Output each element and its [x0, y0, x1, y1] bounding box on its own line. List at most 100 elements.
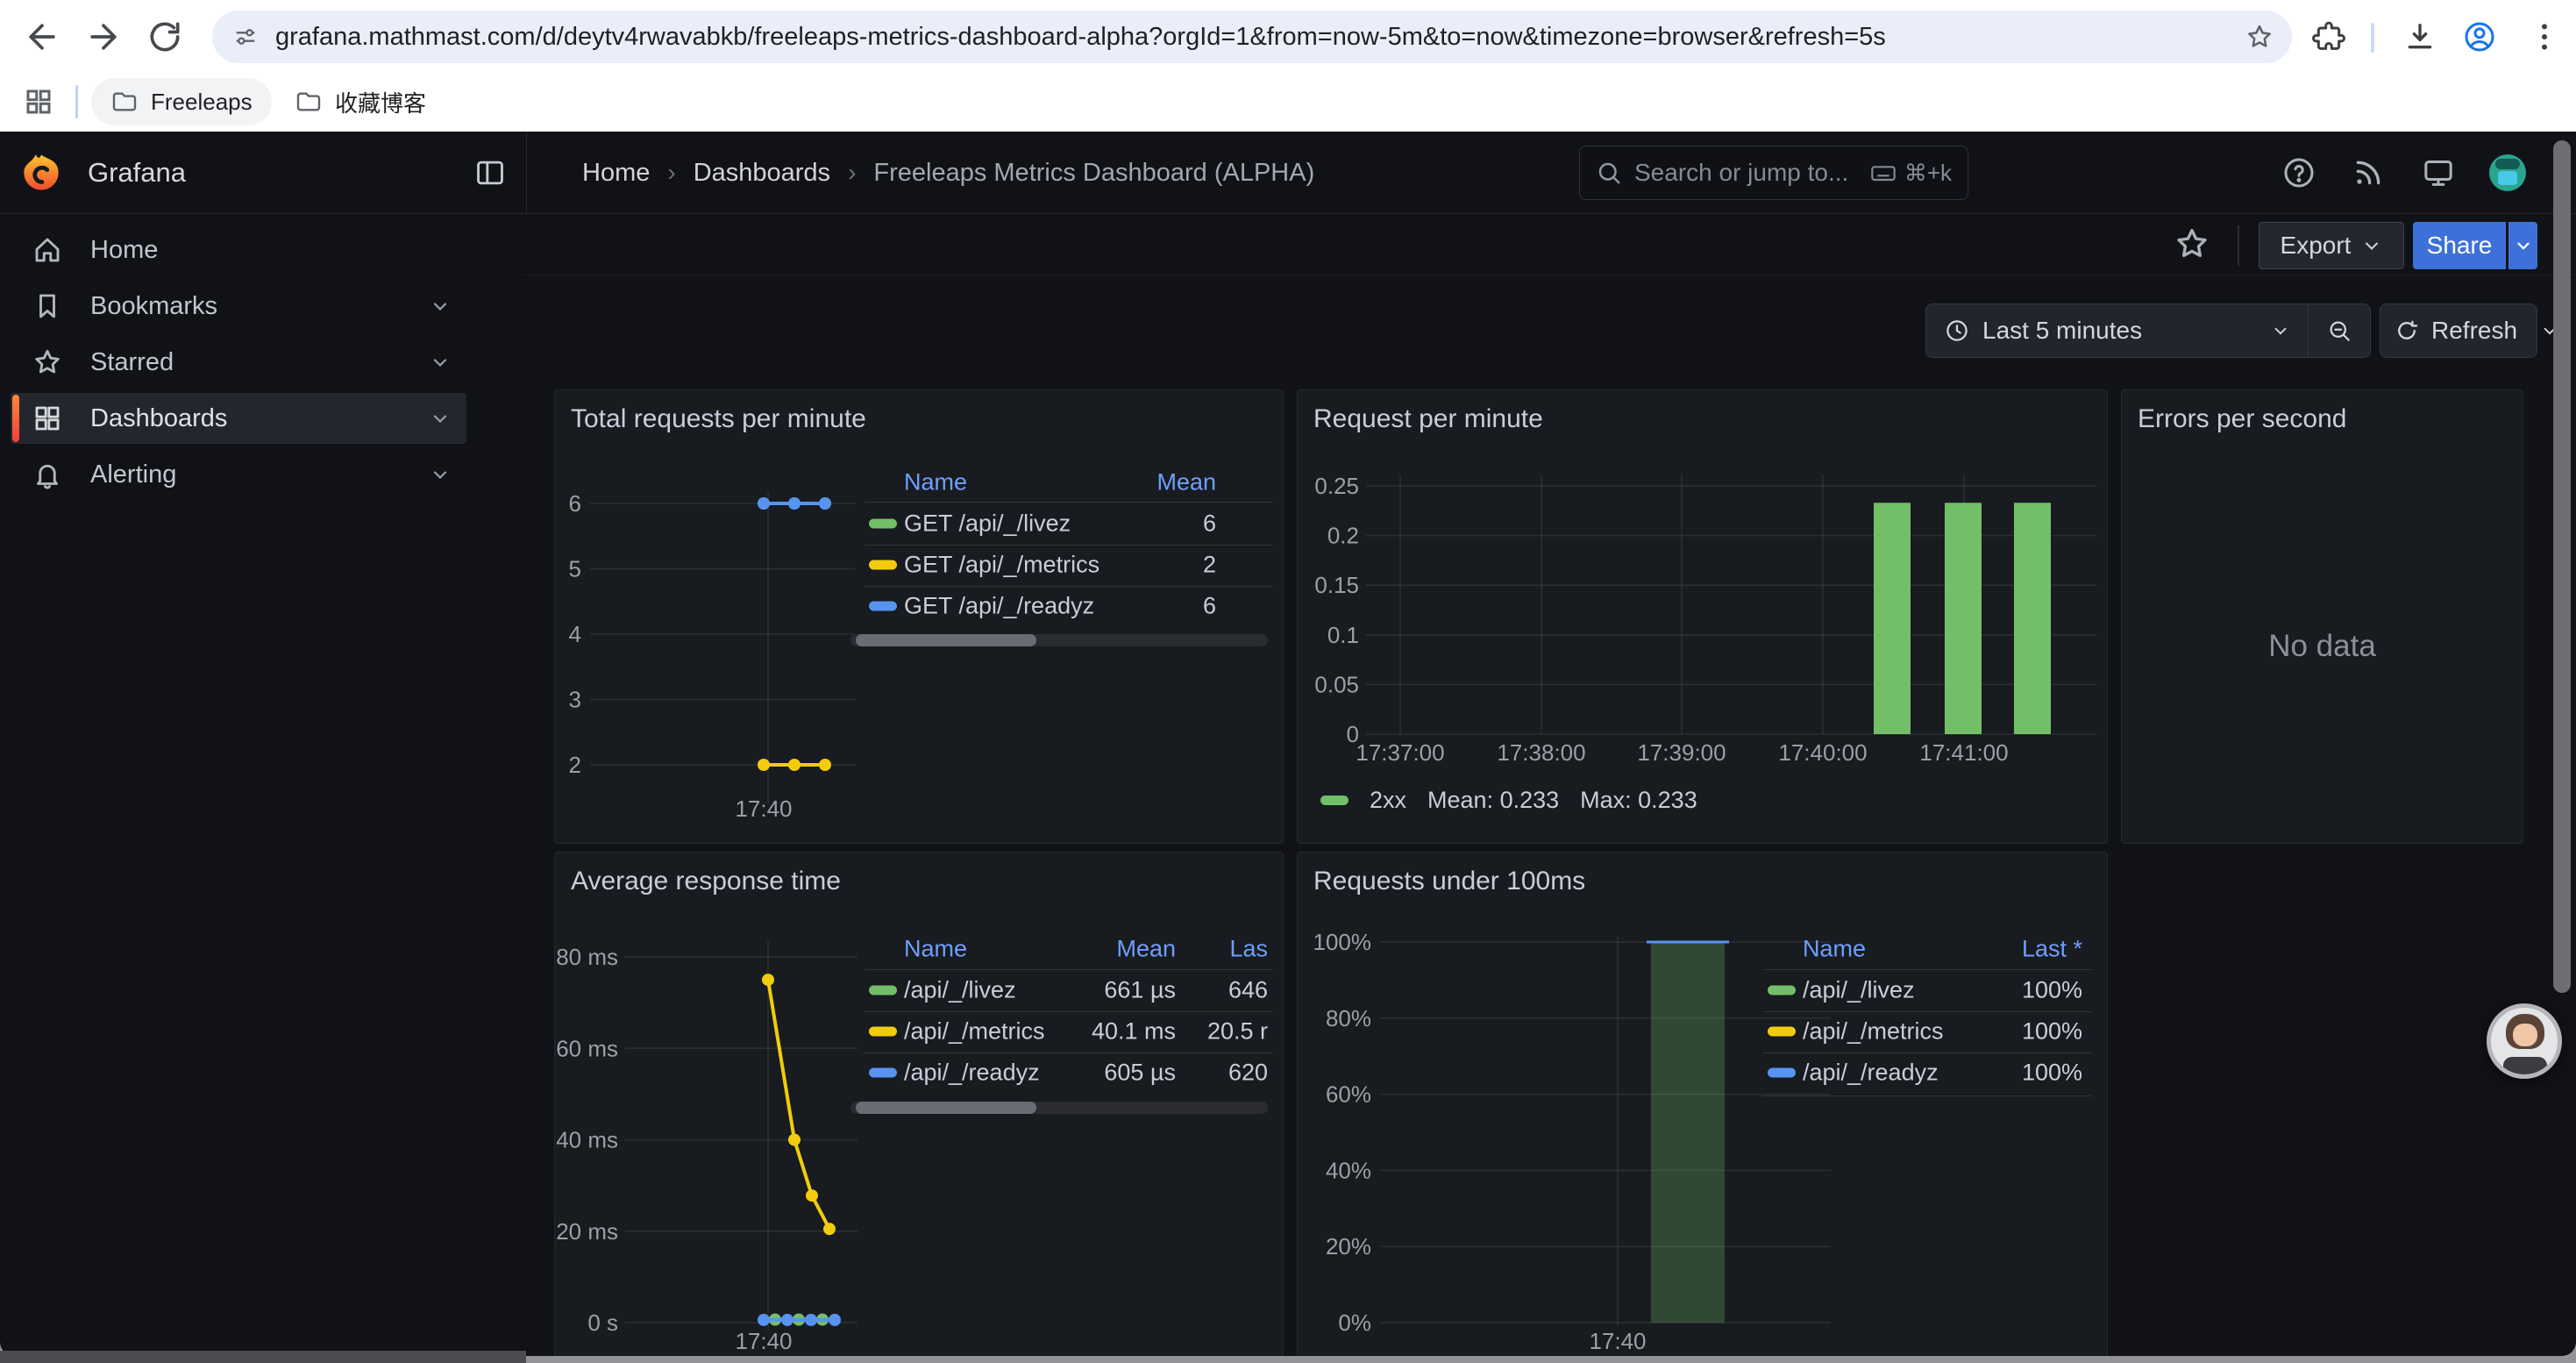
legend-header-col[interactable]: Mean: [1116, 936, 1176, 963]
time-controls: Last 5 minutes: [1925, 303, 2371, 358]
time-range-picker[interactable]: Last 5 minutes: [1926, 304, 2308, 357]
legend-series-name[interactable]: /api/_/readyz: [1803, 1060, 1939, 1087]
menu-kebab-icon[interactable]: [2527, 19, 2562, 54]
legend-series-pill[interactable]: [869, 519, 897, 529]
omnibox[interactable]: [212, 11, 2292, 63]
legend-separator: [865, 545, 1272, 546]
svg-text:2: 2: [569, 752, 581, 778]
back-button[interactable]: [23, 18, 61, 56]
legend-series-name[interactable]: /api/_/metrics: [904, 1018, 1045, 1045]
share-button[interactable]: Share: [2413, 222, 2506, 269]
user-avatar[interactable]: [2489, 154, 2526, 191]
search-input[interactable]: Search or jump to... ⌘+k: [1579, 146, 1968, 200]
chevron-down-icon[interactable]: [430, 296, 451, 317]
sidebar-item-alerting[interactable]: Alerting: [11, 449, 466, 500]
panel-title[interactable]: Errors per second: [2138, 404, 2346, 434]
svg-text:0.15: 0.15: [1314, 572, 1359, 598]
sidebar-toggle-icon[interactable]: [473, 156, 507, 189]
legend-separator: [865, 969, 1272, 970]
legend-series-name[interactable]: GET /api/_/metrics: [904, 552, 1099, 579]
legend-series-value: 6: [1203, 510, 1216, 538]
panel-total-requests-per-minute: Total requests per minute6543217:40NameM…: [554, 389, 1284, 844]
reload-button[interactable]: [146, 18, 184, 56]
chevron-down-icon[interactable]: [430, 408, 451, 429]
breadcrumb-item[interactable]: Dashboards: [694, 159, 830, 188]
chart-canvas: 0.250.20.150.10.05017:37:0017:38:0017:39…: [1298, 390, 2109, 845]
chevron-down-icon[interactable]: [430, 464, 451, 485]
breadcrumb-item[interactable]: Home: [582, 159, 650, 188]
legend-separator: [1762, 969, 2092, 970]
legend-series-name[interactable]: /api/_/livez: [1803, 977, 1915, 1004]
sidebar-item-starred[interactable]: Starred: [11, 337, 466, 388]
legend-series-value: 6: [1203, 593, 1216, 620]
legend-series-pill[interactable]: [869, 986, 897, 995]
legend-header-name[interactable]: Name: [904, 936, 967, 963]
svg-text:20 ms: 20 ms: [556, 1218, 618, 1245]
news-rss-icon[interactable]: [2351, 155, 2386, 190]
legend-header-col[interactable]: Mean: [1156, 469, 1216, 496]
panel-requests-under-100ms: Requests under 100ms100%80%60%40%20%0%17…: [1297, 852, 2108, 1356]
legend-series-pill[interactable]: [1768, 1068, 1796, 1078]
floating-assistant-avatar[interactable]: [2487, 1003, 2562, 1079]
svg-text:17:40: 17:40: [735, 796, 792, 822]
extensions-icon[interactable]: [2311, 19, 2346, 54]
sidebar-item-home[interactable]: Home: [11, 225, 466, 275]
svg-text:40%: 40%: [1326, 1157, 1371, 1183]
legend-series-pill[interactable]: [869, 1027, 897, 1037]
toolbar-divider: [2371, 23, 2374, 53]
bookmark-folder-item[interactable]: 收藏博客: [275, 78, 445, 125]
search-placeholder: Search or jump to...: [1634, 159, 1857, 187]
bookmark-icon: [32, 290, 63, 322]
legend-series-name[interactable]: /api/_/livez: [904, 977, 1016, 1004]
display-kiosk-icon[interactable]: [2421, 155, 2456, 190]
bookmark-folder-item[interactable]: Freeleaps: [91, 78, 272, 125]
legend-header-col[interactable]: Las: [1229, 936, 1268, 963]
legend-series-name[interactable]: GET /api/_/readyz: [904, 593, 1094, 620]
bookmark-star-icon[interactable]: [2245, 22, 2274, 52]
favorite-dashboard-star-icon[interactable]: [2173, 225, 2211, 263]
legend-inline[interactable]: 2xxMean: 0.233Max: 0.233: [1320, 787, 1697, 814]
apps-grid-icon[interactable]: [23, 86, 54, 118]
home-icon: [32, 234, 63, 266]
zoom-out-icon: [2326, 318, 2352, 344]
zoom-out-time-button[interactable]: [2309, 304, 2370, 357]
svg-text:17:41:00: 17:41:00: [1919, 739, 2008, 766]
chart-canvas: 100%80%60%40%20%0%17:40: [1298, 853, 2109, 1356]
share-dropdown-button[interactable]: [2508, 222, 2537, 269]
legend-series-value: 605 µs: [1104, 1060, 1176, 1087]
legend-header-name[interactable]: Name: [1803, 936, 1866, 963]
export-button[interactable]: Export: [2259, 222, 2404, 269]
legend-series-pill[interactable]: [869, 1068, 897, 1078]
svg-text:0.25: 0.25: [1314, 473, 1359, 499]
sidebar-item-dashboards[interactable]: Dashboards: [11, 393, 466, 444]
legend-series-pill[interactable]: [869, 560, 897, 570]
forward-button[interactable]: [84, 18, 123, 56]
legend-series-pill[interactable]: [1768, 1027, 1796, 1037]
legend-series-name[interactable]: /api/_/metrics: [1803, 1018, 1944, 1045]
legend-scrollbar-thumb[interactable]: [856, 634, 1036, 646]
legend-series-name[interactable]: /api/_/readyz: [904, 1060, 1040, 1087]
legend-series-name[interactable]: GET /api/_/livez: [904, 510, 1071, 538]
sidebar-item-label: Home: [90, 236, 158, 265]
site-info-icon[interactable]: [233, 25, 258, 49]
legend-header-col[interactable]: Last *: [2022, 936, 2082, 963]
profile-icon[interactable]: [2462, 19, 2497, 54]
help-icon[interactable]: [2281, 155, 2316, 190]
sidebar-item-bookmarks[interactable]: Bookmarks: [11, 281, 466, 332]
legend-series-value: 40.1 ms: [1092, 1018, 1176, 1045]
chevron-down-icon[interactable]: [430, 352, 451, 373]
vertical-scrollbar[interactable]: [2553, 140, 2571, 993]
avatar-decoration: [2513, 1024, 2537, 1046]
url-input[interactable]: [275, 11, 2187, 63]
folder-icon: [295, 88, 323, 116]
legend-series-pill[interactable]: [1768, 986, 1796, 995]
legend-series-value: 100%: [2022, 1018, 2082, 1045]
refresh-button[interactable]: Refresh: [2380, 304, 2531, 357]
downloads-icon[interactable]: [2402, 19, 2437, 54]
legend-series-name[interactable]: 2xx: [1370, 787, 1406, 814]
legend-series-pill[interactable]: [869, 602, 897, 611]
svg-text:0.1: 0.1: [1327, 622, 1359, 648]
legend-header-name[interactable]: Name: [904, 469, 967, 496]
grafana-logo-icon[interactable]: [21, 153, 61, 193]
legend-scrollbar-thumb[interactable]: [856, 1102, 1036, 1114]
